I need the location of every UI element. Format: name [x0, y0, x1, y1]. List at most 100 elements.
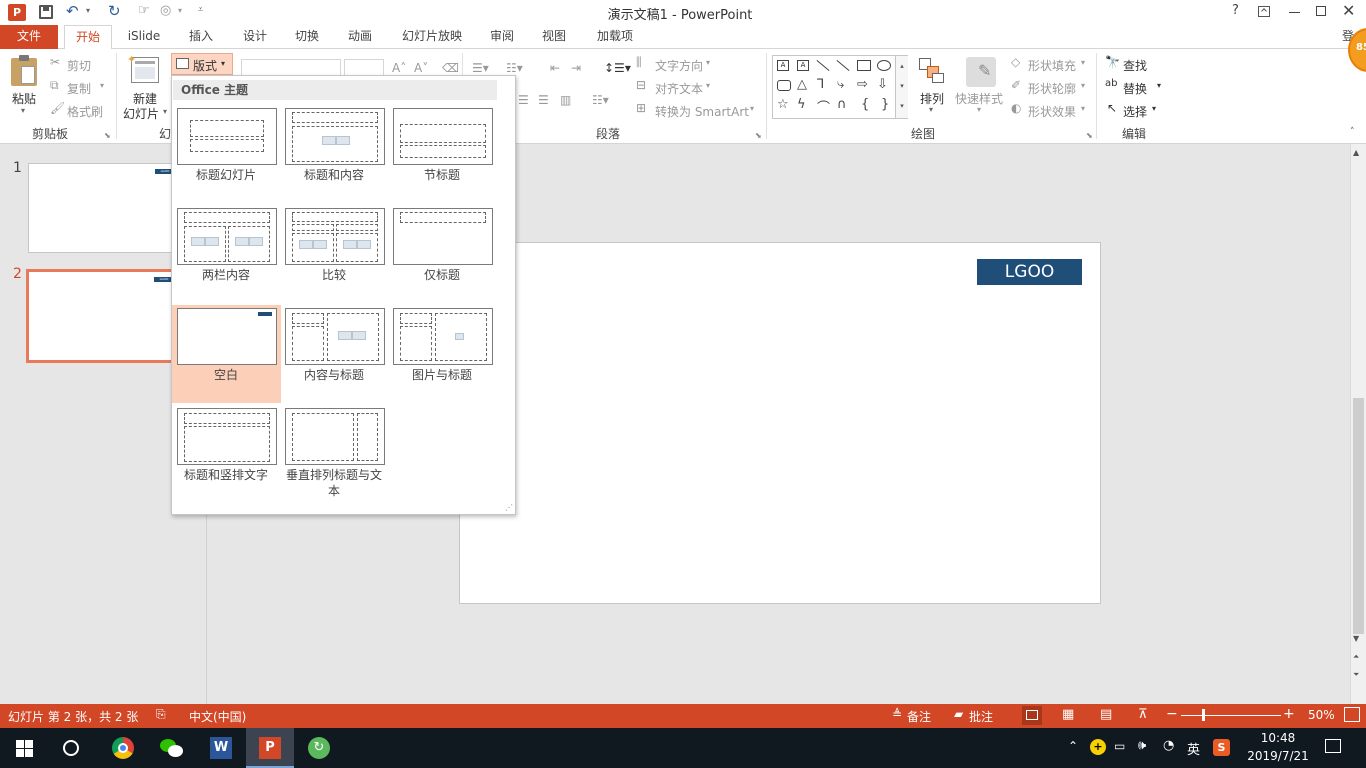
- minimize-button[interactable]: [1289, 12, 1300, 13]
- reading-view-icon[interactable]: ▤: [1100, 707, 1112, 722]
- paste-icon[interactable]: [11, 55, 37, 86]
- replace-button[interactable]: 替换: [1123, 80, 1147, 97]
- bullets-icon[interactable]: ☰▾: [472, 61, 489, 75]
- clock-date[interactable]: 2019/7/21: [1244, 749, 1312, 763]
- powerpoint-taskbar-active[interactable]: P: [246, 728, 294, 768]
- arrange-icon[interactable]: [919, 58, 945, 84]
- zoom-slider[interactable]: [1181, 709, 1281, 721]
- shape-fill-button[interactable]: 形状填充: [1028, 57, 1076, 74]
- layout-content-caption[interactable]: 内容与标题: [280, 305, 388, 403]
- cut-button[interactable]: 剪切: [67, 57, 91, 74]
- clipboard-launcher-icon[interactable]: ⬊: [104, 131, 111, 140]
- textbox-shape-icon[interactable]: A: [777, 60, 789, 71]
- align-right-icon[interactable]: ☰: [518, 93, 529, 107]
- presentation-icon[interactable]: ◎: [160, 3, 171, 18]
- down-arrow-shape-icon[interactable]: ⇩: [877, 77, 888, 92]
- scroll-down-arrow[interactable]: ▼: [1353, 634, 1359, 643]
- arc-shape-icon[interactable]: ⌒: [817, 97, 830, 116]
- close-button[interactable]: ✕: [1342, 1, 1355, 20]
- app-refresh-icon[interactable]: ↻: [308, 737, 330, 759]
- columns-icon[interactable]: ☷▾: [592, 93, 609, 107]
- decrease-font-icon[interactable]: A˅: [414, 61, 428, 75]
- collapse-ribbon-icon[interactable]: ˄: [1350, 127, 1355, 137]
- fit-to-window-icon[interactable]: [1344, 707, 1360, 722]
- layout-title-slide[interactable]: 标题幻灯片: [172, 105, 280, 203]
- align-text-dropdown-icon[interactable]: ▾: [706, 81, 710, 90]
- left-brace-shape-icon[interactable]: {: [861, 97, 869, 112]
- tab-view[interactable]: 视图: [532, 25, 576, 49]
- sogou-ime-icon[interactable]: S: [1213, 739, 1230, 756]
- slide-thumbnail-2[interactable]: LGOO: [26, 269, 190, 363]
- convert-smartart-button[interactable]: 转换为 SmartArt: [655, 103, 749, 120]
- tab-slideshow[interactable]: 幻灯片放映: [392, 25, 472, 49]
- tray-app-icon[interactable]: +: [1090, 739, 1106, 755]
- new-slide-icon[interactable]: ✦: [127, 53, 159, 83]
- layout-title-vertical-text[interactable]: 标题和竖排文字: [172, 405, 280, 503]
- cortana-search-icon[interactable]: [63, 740, 79, 756]
- windows-start-icon[interactable]: [16, 740, 33, 757]
- paragraph-launcher-icon[interactable]: ⬊: [755, 131, 762, 140]
- tab-design[interactable]: 设计: [232, 25, 278, 49]
- slide-count-status[interactable]: 幻灯片 第 2 张，共 2 张: [8, 708, 138, 725]
- star-shape-icon[interactable]: ☆: [777, 97, 789, 112]
- arrange-dropdown-icon[interactable]: ▾: [929, 105, 933, 114]
- save-icon[interactable]: [39, 5, 53, 19]
- spellcheck-icon[interactable]: ⎘: [156, 707, 166, 722]
- triangle-shape-icon[interactable]: △: [797, 77, 807, 92]
- new-slide-dropdown-icon[interactable]: ▾: [163, 107, 167, 116]
- rounded-rect-shape-icon[interactable]: [777, 80, 791, 91]
- replace-dropdown-icon[interactable]: ▾: [1157, 81, 1161, 90]
- tab-islide[interactable]: iSlide: [120, 25, 168, 49]
- elbow-shape-icon[interactable]: ⅂: [817, 77, 824, 92]
- shape-effects-dropdown-icon[interactable]: ▾: [1081, 104, 1085, 113]
- redo-icon[interactable]: ↻: [108, 2, 121, 20]
- right-arrow-shape-icon[interactable]: ⇨: [857, 77, 868, 92]
- tab-transitions[interactable]: 切换: [284, 25, 330, 49]
- scroll-thumb[interactable]: [1353, 398, 1364, 634]
- shape-outline-dropdown-icon[interactable]: ▾: [1081, 81, 1085, 90]
- slide-thumbnail-1[interactable]: LGOO: [28, 163, 188, 253]
- layout-two-content[interactable]: 两栏内容: [172, 205, 280, 303]
- curve-shape-icon[interactable]: ∩: [837, 97, 847, 112]
- zoom-out-button[interactable]: −: [1166, 706, 1178, 722]
- previous-slide-icon[interactable]: ⏶: [1353, 652, 1359, 662]
- clear-format-icon[interactable]: ⌫: [442, 61, 459, 75]
- zoom-in-button[interactable]: +: [1283, 706, 1295, 722]
- shape-fill-dropdown-icon[interactable]: ▾: [1081, 58, 1085, 67]
- notes-button[interactable]: 备注: [907, 708, 931, 725]
- select-button[interactable]: 选择: [1123, 103, 1147, 120]
- battery-icon[interactable]: ▭: [1114, 739, 1125, 753]
- distributed-icon[interactable]: ▥: [560, 93, 571, 107]
- rectangle-shape-icon[interactable]: [857, 60, 871, 71]
- layout-button[interactable]: 版式 ▾: [171, 53, 233, 75]
- tab-animations[interactable]: 动画: [337, 25, 383, 49]
- chrome-icon[interactable]: [112, 737, 134, 759]
- decrease-indent-icon[interactable]: ⇤: [550, 61, 560, 75]
- numbering-icon[interactable]: ☷▾: [506, 61, 523, 75]
- find-button[interactable]: 查找: [1123, 57, 1147, 74]
- ribbon-display-options-icon[interactable]: [1258, 6, 1270, 17]
- slide-logo[interactable]: LGOO: [977, 259, 1082, 285]
- lightning-shape-icon[interactable]: ϟ: [797, 97, 806, 112]
- increase-font-icon[interactable]: A˄: [392, 61, 406, 75]
- restore-button[interactable]: [1316, 6, 1326, 16]
- copy-dropdown-icon[interactable]: ▾: [100, 81, 104, 90]
- vertical-scrollbar[interactable]: ▲ ▼ ⏶ ⏷: [1350, 144, 1366, 704]
- layout-title-content[interactable]: 标题和内容: [280, 105, 388, 203]
- text-direction-button[interactable]: 文字方向: [655, 57, 703, 74]
- zoom-level[interactable]: 50%: [1308, 708, 1335, 722]
- tab-home[interactable]: 开始: [64, 25, 112, 50]
- select-dropdown-icon[interactable]: ▾: [1152, 104, 1156, 113]
- powerpoint-app-icon[interactable]: P: [8, 4, 26, 21]
- show-hidden-icons-icon[interactable]: ⌃: [1068, 739, 1078, 753]
- oval-shape-icon[interactable]: [877, 60, 891, 71]
- language-status[interactable]: 中文(中国): [189, 708, 246, 725]
- layout-title-only[interactable]: 仅标题: [388, 205, 496, 303]
- next-slide-icon[interactable]: ⏷: [1353, 670, 1359, 680]
- tab-file[interactable]: 文件: [0, 25, 58, 49]
- scroll-up-arrow[interactable]: ▲: [1353, 148, 1359, 157]
- shape-effects-button[interactable]: 形状效果: [1028, 103, 1076, 120]
- format-painter-button[interactable]: 格式刷: [67, 103, 103, 120]
- arrow-line-shape-icon[interactable]: [836, 59, 850, 72]
- layout-section-header[interactable]: 节标题: [388, 105, 496, 203]
